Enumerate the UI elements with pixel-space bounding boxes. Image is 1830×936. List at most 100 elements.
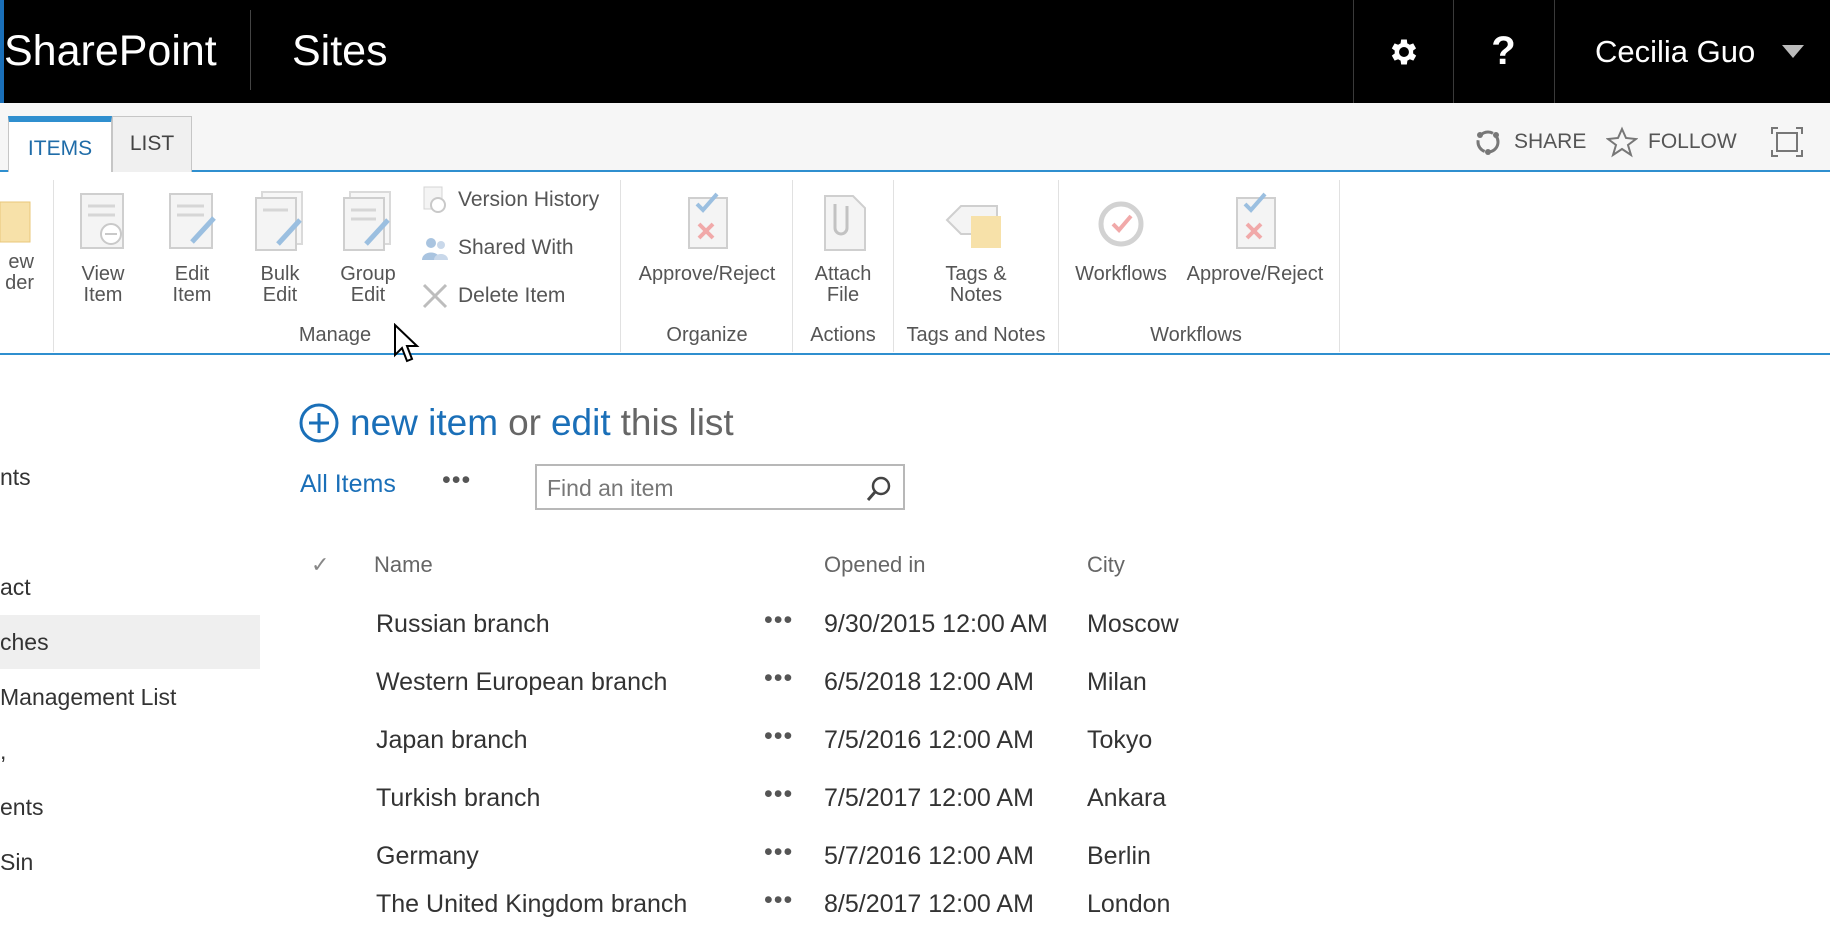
group-label-workflows: Workflows — [1150, 324, 1242, 346]
add-circle-icon[interactable] — [298, 402, 340, 444]
tags-notes-button[interactable]: Tags & Notes — [905, 190, 1047, 306]
left-nav-item[interactable]: , — [0, 724, 6, 778]
workflow-approve-reject-button[interactable]: Approve/Reject — [1180, 190, 1330, 285]
cell-name[interactable]: Russian branch — [376, 610, 550, 639]
table-row[interactable]: Russian branch ••• 9/30/2015 12:00 AM Mo… — [300, 598, 1300, 656]
help-button[interactable]: ? — [1453, 0, 1553, 103]
suite-bar: SharePoint Sites ? Cecilia Guo — [0, 0, 1830, 103]
view-item-line1: View — [81, 263, 125, 285]
group-edit-button[interactable]: Group Edit — [333, 190, 403, 306]
new-item-bar: new item or edit this list — [298, 400, 734, 446]
workflows-label: Workflows — [1075, 263, 1167, 285]
group-separator — [53, 180, 54, 352]
left-nav-item-selected[interactable]: ches — [0, 615, 260, 669]
settings-button[interactable] — [1353, 0, 1453, 103]
row-more-button[interactable]: ••• — [764, 606, 793, 635]
bulk-edit-button[interactable]: Bulk Edit — [245, 190, 315, 306]
share-button[interactable]: SHARE — [1472, 122, 1586, 162]
row-more-button[interactable]: ••• — [764, 838, 793, 867]
approve-reject-label: Approve/Reject — [638, 263, 776, 285]
cell-name[interactable]: The United Kingdom branch — [376, 890, 687, 919]
partial-button-line2: der — [5, 272, 34, 294]
cell-name[interactable]: Western European branch — [376, 668, 667, 697]
workflows-button[interactable]: Workflows — [1068, 190, 1174, 285]
cell-city: Berlin — [1087, 842, 1151, 870]
or-text: or — [508, 402, 541, 443]
tags-notes-line1: Tags & — [945, 263, 1007, 285]
delete-icon — [422, 283, 448, 309]
group-separator — [620, 180, 621, 352]
row-more-button[interactable]: ••• — [764, 886, 793, 915]
cell-name[interactable]: Germany — [376, 842, 479, 871]
group-label-organize: Organize — [666, 324, 748, 346]
group-label-actions: Actions — [810, 324, 876, 346]
checkmark-icon: ✓ — [311, 552, 330, 577]
focus-on-content-button[interactable] — [1770, 122, 1814, 162]
suite-bar-divider — [250, 10, 251, 90]
app-brand[interactable]: SharePoint — [4, 0, 217, 103]
left-nav-item[interactable]: ents — [0, 780, 43, 834]
shared-with-button[interactable]: Shared With — [420, 231, 574, 265]
left-nav-item[interactable]: Sin — [0, 835, 33, 889]
table-row[interactable]: Western European branch ••• 6/5/2018 12:… — [300, 656, 1300, 714]
folder-icon — [0, 201, 31, 243]
view-all-items[interactable]: All Items — [300, 470, 396, 499]
focus-content-icon — [1771, 127, 1803, 157]
share-label: SHARE — [1514, 130, 1587, 153]
edit-item-button[interactable]: Edit Item — [157, 190, 227, 306]
approve-reject-icon — [688, 192, 728, 249]
ribbon-body: ew der View Item Edit Item Bulk Edit Gro… — [0, 172, 1830, 355]
column-header-city[interactable]: City — [1087, 552, 1125, 578]
row-more-button[interactable]: ••• — [764, 722, 793, 751]
delete-item-label: Delete Item — [458, 284, 566, 307]
approve-reject-button[interactable]: Approve/Reject — [632, 190, 782, 285]
table-row[interactable]: Japan branch ••• 7/5/2016 12:00 AM Tokyo — [300, 714, 1300, 772]
this-list-text: this list — [620, 402, 734, 443]
row-more-button[interactable]: ••• — [764, 780, 793, 809]
cell-city: London — [1087, 890, 1171, 918]
cell-name[interactable]: Turkish branch — [376, 784, 540, 813]
view-item-button[interactable]: View Item — [68, 190, 138, 306]
follow-button[interactable]: FOLLOW — [1606, 122, 1737, 162]
group-edit-line2: Edit — [350, 284, 386, 306]
left-nav-item[interactable]: nts — [0, 450, 31, 504]
caret-down-icon — [1782, 45, 1804, 58]
new-item-link[interactable]: new item — [350, 402, 498, 444]
partial-ribbon-button[interactable]: ew der — [0, 190, 34, 294]
cell-name[interactable]: Japan branch — [376, 726, 528, 755]
partial-button-line1: ew — [8, 251, 34, 273]
cell-city: Tokyo — [1087, 726, 1153, 754]
search-box[interactable] — [535, 464, 905, 510]
edit-list-link[interactable]: edit — [551, 402, 611, 444]
attach-file-button[interactable]: Attach File — [800, 190, 886, 306]
view-item-icon — [80, 193, 124, 249]
sites-link[interactable]: Sites — [292, 0, 388, 103]
user-menu[interactable]: Cecilia Guo — [1554, 0, 1830, 103]
workflow-approve-reject-label: Approve/Reject — [1186, 263, 1324, 285]
group-separator — [1058, 180, 1059, 352]
group-separator — [893, 180, 894, 352]
view-more-button[interactable]: ••• — [442, 466, 471, 495]
group-edit-icon — [343, 191, 391, 251]
shared-with-label: Shared With — [458, 236, 574, 259]
left-nav-item[interactable]: Management List — [0, 670, 176, 724]
tab-items[interactable]: ITEMS — [8, 116, 112, 174]
search-icon[interactable] — [865, 475, 893, 503]
column-header-opened[interactable]: Opened in — [824, 552, 926, 578]
table-row[interactable]: The United Kingdom branch ••• 8/5/2017 1… — [300, 878, 1300, 936]
edit-item-icon — [169, 193, 216, 249]
search-input[interactable] — [547, 473, 847, 503]
row-more-button[interactable]: ••• — [764, 664, 793, 693]
gear-icon — [1391, 39, 1416, 64]
bulk-edit-icon — [255, 191, 303, 251]
version-history-button[interactable]: Version History — [420, 183, 599, 217]
cell-opened: 5/7/2016 12:00 AM — [824, 842, 1034, 870]
tab-list[interactable]: LIST — [112, 116, 192, 174]
column-header-name[interactable]: Name — [374, 552, 433, 578]
table-row[interactable]: Turkish branch ••• 7/5/2017 12:00 AM Ank… — [300, 772, 1300, 830]
delete-item-button[interactable]: Delete Item — [420, 279, 565, 313]
mouse-cursor-icon — [394, 323, 420, 363]
left-nav-item[interactable]: act — [0, 560, 31, 614]
select-all-checkbox[interactable]: ✓ — [311, 552, 329, 578]
attach-file-line1: Attach — [814, 263, 872, 285]
